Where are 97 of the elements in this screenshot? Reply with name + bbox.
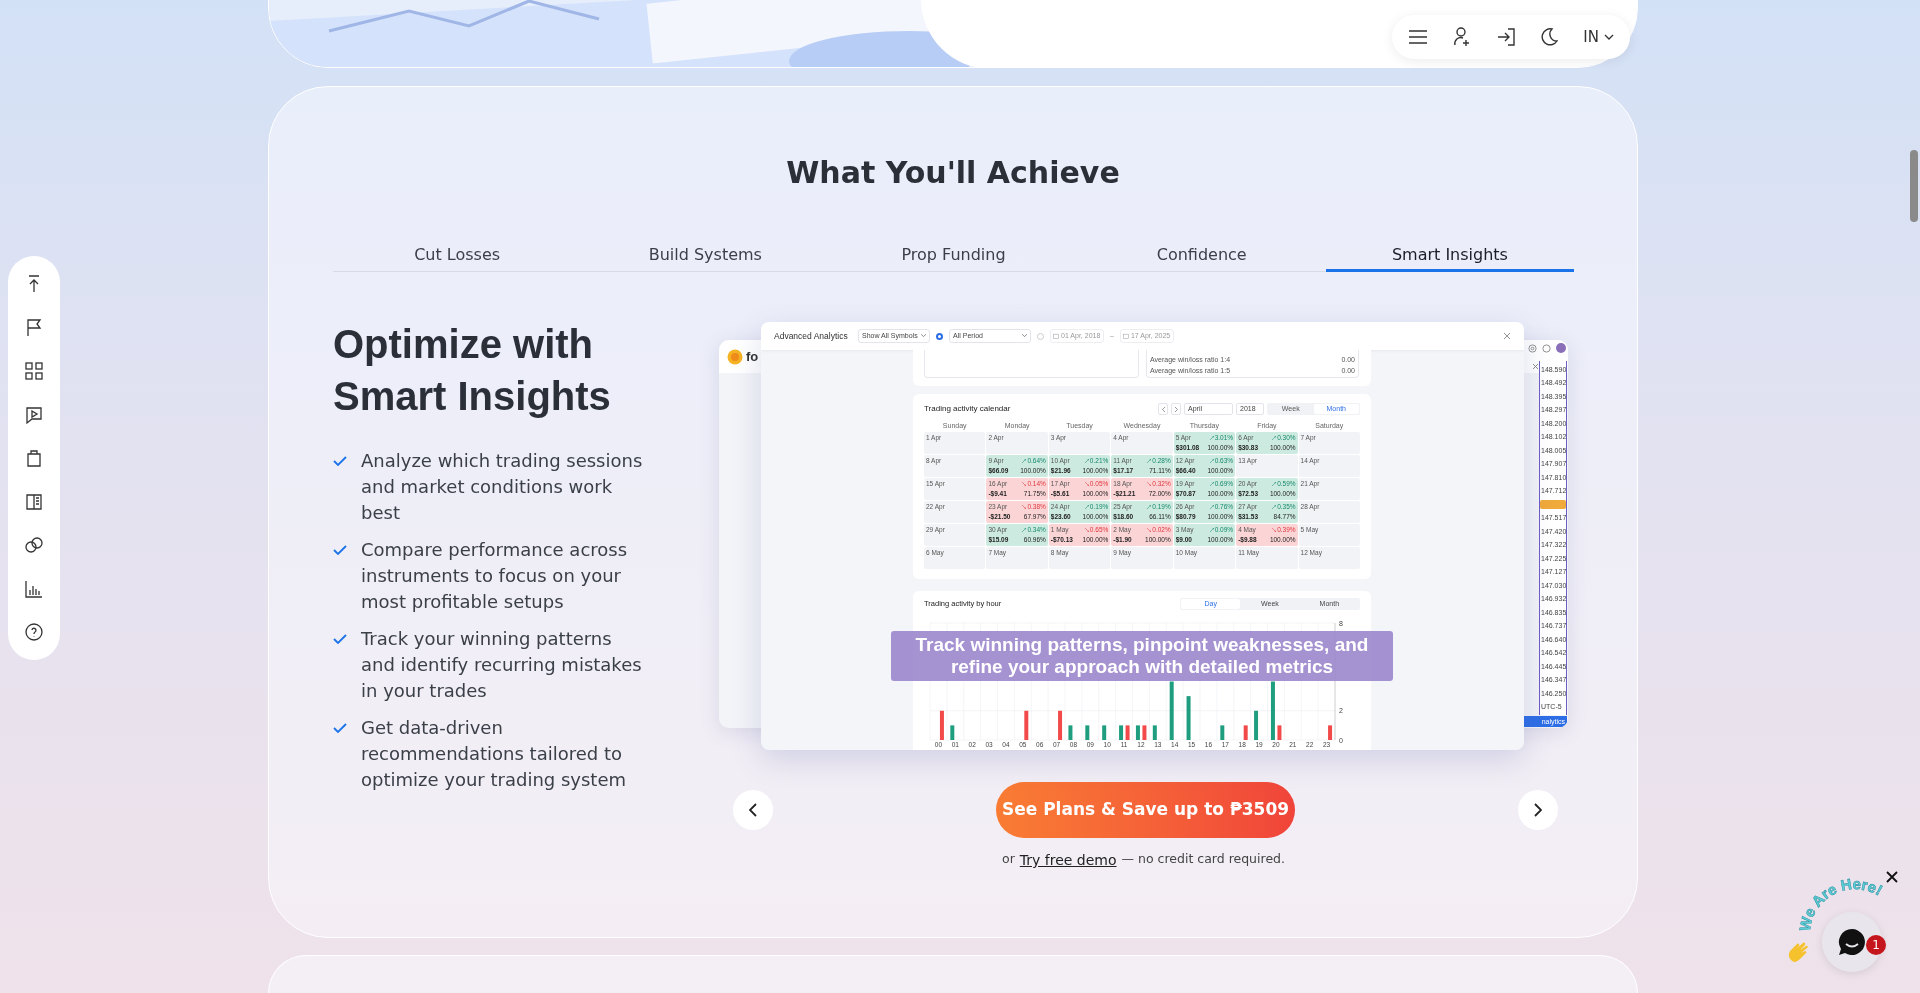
tab[interactable]: Cut Losses: [333, 240, 582, 272]
panel-title: Trading activity calendar: [924, 403, 1011, 415]
check-icon: [333, 723, 347, 733]
next-slide-button[interactable]: [1518, 790, 1558, 830]
trend-down-icon: [1084, 482, 1089, 486]
grid-icon[interactable]: [24, 361, 44, 381]
chart-bar: [1328, 725, 1333, 740]
login-icon[interactable]: [1495, 27, 1516, 47]
chart-bar: [1254, 710, 1259, 740]
trend-up-icon: [1209, 528, 1214, 532]
logo-text: fo: [746, 347, 759, 366]
trend-up-icon: [1147, 505, 1152, 509]
tab[interactable]: Smart Insights: [1325, 240, 1574, 272]
chart-bar: [1152, 725, 1157, 740]
chart-bar: [1058, 710, 1063, 740]
check-icon: [333, 456, 347, 466]
calendar-icon: [1053, 333, 1059, 339]
calendar-icon: [1122, 333, 1129, 339]
chevron-down-icon: [921, 334, 926, 338]
trend-down-icon: [1147, 482, 1152, 486]
trend-down-icon: [1084, 528, 1089, 532]
moon-icon[interactable]: [1540, 28, 1559, 46]
user-plus-icon[interactable]: [1452, 27, 1471, 47]
caption-banner: Track winning patterns, pinpoint weaknesses, and refine your approach with detailed metrics: [891, 631, 1393, 681]
chart-bar: [1186, 696, 1191, 740]
trend-up-icon: [1209, 436, 1214, 440]
chat-button[interactable]: [1822, 912, 1882, 972]
chart-bar: [1085, 725, 1090, 740]
greeting-text: We Are Here!: [1795, 875, 1886, 933]
chevron-down-icon: [1022, 334, 1027, 338]
next-icon[interactable]: [1171, 403, 1181, 415]
scrollbar[interactable]: [1910, 150, 1918, 222]
price-marker: [1540, 500, 1566, 510]
book-icon[interactable]: [24, 491, 44, 512]
trend-up-icon: [1022, 459, 1027, 463]
settings-icon[interactable]: [1528, 343, 1537, 353]
chart-bar: [1135, 725, 1140, 740]
feature-point: Track your winning patterns and identify recurring mistakes in your trades: [361, 627, 643, 703]
feature-point: Get data-driven recommendations tailored to optimize your trading system: [361, 716, 628, 792]
previous-icon[interactable]: [1158, 403, 1168, 415]
check-icon: [333, 634, 347, 644]
trend-up-icon: [1209, 482, 1214, 486]
notification-badge: 1: [1866, 935, 1886, 955]
feature-heading: Optimize with Smart Insights: [333, 321, 612, 420]
trend-up-icon: [1022, 528, 1027, 532]
chat-bubble-icon: [1837, 927, 1867, 957]
trend-up-icon: [1272, 436, 1277, 440]
section-title: What You'll Achieve: [785, 154, 1121, 192]
trend-down-icon: [1272, 528, 1277, 532]
trend-up-icon: [1272, 505, 1277, 509]
chart-bar: [1142, 725, 1147, 740]
chevron-right-icon: [1534, 803, 1542, 817]
demo-note: — no credit card required.: [1121, 850, 1285, 868]
chart-bar: [1102, 725, 1107, 740]
avatar[interactable]: [1556, 343, 1566, 353]
radio-button[interactable]: [1037, 332, 1044, 340]
sun-logo-icon: [727, 348, 743, 365]
language-selector[interactable]: IN: [1583, 25, 1614, 49]
feature-point: Analyze which trading sessions and market conditions work best: [361, 449, 643, 525]
tab[interactable]: Build Systems: [581, 240, 830, 272]
trend-up-icon: [1272, 482, 1277, 486]
demo-note-prefix: or: [1002, 850, 1015, 868]
check-icon: [333, 545, 347, 555]
chart-bar: [939, 710, 944, 740]
close-icon[interactable]: [1886, 871, 1898, 883]
chart-bar: [1024, 710, 1029, 740]
chart-bar: [1068, 725, 1073, 740]
chevron-down-icon: [1603, 34, 1614, 40]
shopping-bag-icon[interactable]: [24, 448, 44, 468]
chart-bar: [1169, 681, 1174, 740]
trend-up-icon: [1084, 459, 1089, 463]
chart-bar: [950, 725, 955, 740]
try-free-demo-link[interactable]: Try free demo: [1019, 850, 1117, 871]
trend-down-icon: [1022, 505, 1027, 509]
chart-bar: [1243, 725, 1248, 740]
radio-button[interactable]: [936, 332, 943, 340]
previous-slide-button[interactable]: [733, 790, 773, 830]
trend-down-icon: [1022, 482, 1027, 486]
chart-bar: [1270, 681, 1275, 740]
trend-down-icon: [1147, 528, 1152, 532]
play-chat-icon[interactable]: [24, 404, 44, 425]
chevron-left-icon: [749, 803, 757, 817]
trend-up-icon: [1084, 505, 1089, 509]
help-icon[interactable]: [24, 622, 44, 642]
trend-up-icon: [1209, 505, 1214, 509]
trend-up-icon: [1147, 459, 1152, 463]
chart-bar: [1220, 725, 1225, 740]
window-title: Advanced Analytics: [774, 329, 849, 343]
tab[interactable]: Prop Funding: [829, 240, 1078, 272]
link-icon[interactable]: [24, 535, 44, 555]
bar-chart-icon[interactable]: [24, 578, 44, 599]
feature-point: Compare performance across instruments to focus on your most profitable setups: [361, 538, 629, 614]
trend-up-icon: [1209, 459, 1214, 463]
flag-icon[interactable]: [24, 317, 44, 338]
tab[interactable]: Confidence: [1077, 240, 1326, 272]
menu-icon[interactable]: [1408, 30, 1428, 44]
chart-bar: [1277, 725, 1282, 740]
